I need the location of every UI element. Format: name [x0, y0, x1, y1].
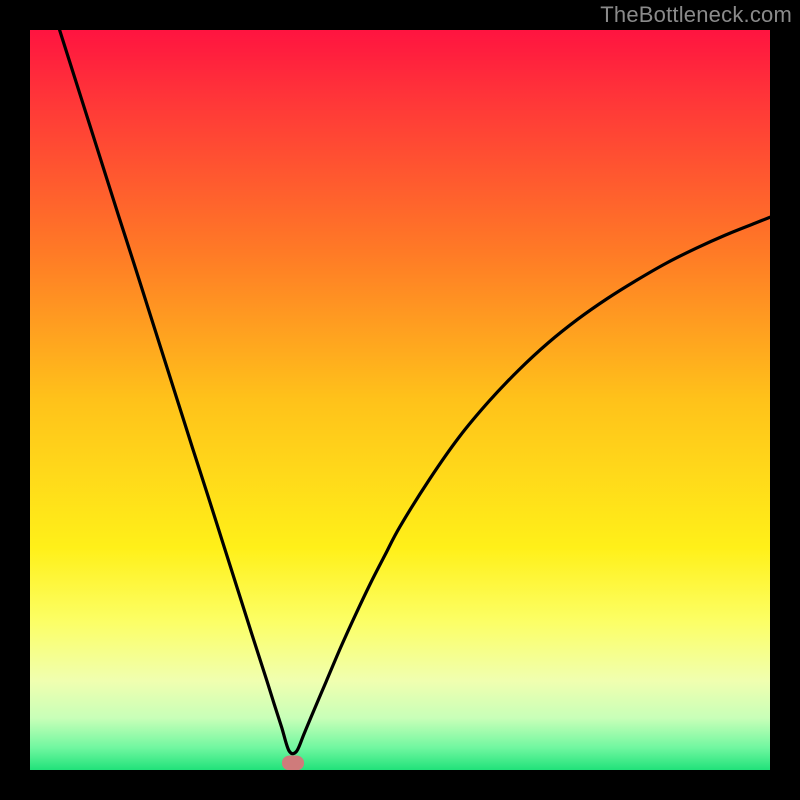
- bottleneck-curve: [30, 30, 770, 770]
- plot-area: [30, 30, 770, 770]
- optimum-marker: [282, 755, 304, 770]
- chart-frame: TheBottleneck.com: [0, 0, 800, 800]
- watermark-text: TheBottleneck.com: [600, 2, 792, 28]
